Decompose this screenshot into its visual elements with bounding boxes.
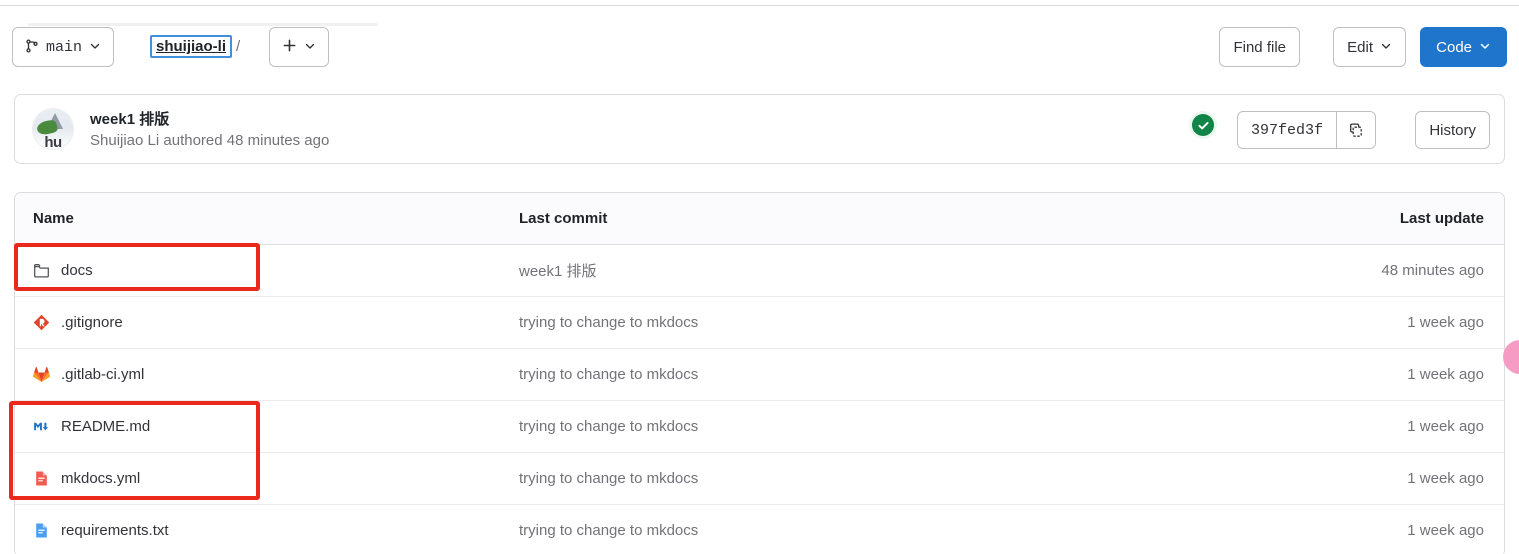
copy-sha-button[interactable] <box>1337 112 1375 148</box>
find-file-button[interactable]: Find file <box>1219 27 1300 67</box>
last-commit-panel: hu week1 排版 Shuijiao Li authored 48 minu… <box>14 94 1505 164</box>
git-branch-icon <box>25 38 39 56</box>
table-row[interactable]: .gitlab-ci.yml trying to change to mkdoc… <box>15 349 1504 401</box>
chevron-down-icon <box>1479 40 1491 55</box>
last-commit-cell[interactable]: week1 排版 <box>519 260 1254 281</box>
breadcrumb: shuijiao-li / <box>150 35 240 58</box>
column-header-last-update: Last update <box>1399 210 1484 227</box>
file-name-link[interactable]: .gitlab-ci.yml <box>61 366 144 383</box>
repository-toolbar: main shuijiao-li / Find file Edit Code <box>0 27 1519 69</box>
git-file-icon <box>33 314 50 331</box>
table-header-row: Name Last commit Last update <box>15 193 1504 245</box>
file-name-link[interactable]: docs <box>61 262 93 279</box>
commit-message-title[interactable]: week1 排版 <box>90 108 169 129</box>
chevron-down-icon <box>1380 40 1392 55</box>
edit-label: Edit <box>1347 38 1373 56</box>
code-label: Code <box>1436 38 1472 56</box>
avatar[interactable]: hu <box>32 108 74 150</box>
edit-button[interactable]: Edit <box>1333 27 1406 67</box>
cursor-highlight-blob <box>1503 340 1519 374</box>
page-loading-bar <box>28 23 378 26</box>
file-rows-container: docs week1 排版 48 minutes ago .gitignore … <box>15 245 1504 554</box>
file-name-cell: README.md <box>15 418 519 435</box>
avatar-initials: hu <box>44 134 62 150</box>
file-name-cell: requirements.txt <box>15 522 519 539</box>
table-row[interactable]: requirements.txt trying to change to mkd… <box>15 505 1504 554</box>
commit-author-meta: Shuijiao Li authored 48 minutes ago <box>90 132 330 149</box>
file-name-link[interactable]: mkdocs.yml <box>61 470 140 487</box>
find-file-label: Find file <box>1233 38 1286 56</box>
file-tree-table: Name Last commit Last update docs week1 … <box>14 192 1505 554</box>
commit-sha-group: 397fed3f <box>1236 111 1376 149</box>
repository-file-browser: main shuijiao-li / Find file Edit Code h… <box>0 0 1519 554</box>
chevron-down-icon <box>304 40 316 55</box>
code-button[interactable]: Code <box>1420 27 1507 67</box>
markdown-icon <box>33 418 50 435</box>
plus-icon <box>282 38 297 56</box>
chevron-down-icon <box>89 40 101 55</box>
last-update-cell: 1 week ago <box>1407 314 1484 331</box>
table-row[interactable]: docs week1 排版 48 minutes ago <box>15 245 1504 297</box>
last-commit-cell[interactable]: trying to change to mkdocs <box>519 522 1254 539</box>
last-commit-cell[interactable]: trying to change to mkdocs <box>519 418 1254 435</box>
history-label: History <box>1429 121 1476 139</box>
add-to-repository-button[interactable] <box>269 27 329 67</box>
last-update-cell: 1 week ago <box>1407 418 1484 435</box>
branch-name-label: main <box>46 38 83 56</box>
last-update-cell: 48 minutes ago <box>1381 262 1484 279</box>
last-update-cell: 1 week ago <box>1407 522 1484 539</box>
file-name-link[interactable]: README.md <box>61 418 150 435</box>
table-row[interactable]: README.md trying to change to mkdocs 1 w… <box>15 401 1504 453</box>
last-update-cell: 1 week ago <box>1407 470 1484 487</box>
clipboard-icon <box>1350 123 1362 137</box>
gitlab-tanuki-icon <box>33 366 50 383</box>
last-commit-cell[interactable]: trying to change to mkdocs <box>519 470 1254 487</box>
history-button[interactable]: History <box>1415 111 1490 149</box>
last-commit-cell[interactable]: trying to change to mkdocs <box>519 314 1254 331</box>
branch-selector-button[interactable]: main <box>12 27 115 67</box>
folder-icon <box>33 262 50 279</box>
file-name-cell: .gitignore <box>15 314 519 331</box>
text-file-icon <box>33 522 50 539</box>
pipeline-status-badge[interactable] <box>1192 114 1214 136</box>
check-icon <box>1197 121 1209 129</box>
last-update-cell: 1 week ago <box>1407 366 1484 383</box>
top-divider <box>0 5 1519 6</box>
file-name-cell: mkdocs.yml <box>15 470 519 487</box>
file-name-cell: .gitlab-ci.yml <box>15 366 519 383</box>
column-header-last-commit: Last commit <box>519 210 608 227</box>
column-header-name: Name <box>33 210 74 227</box>
table-row[interactable]: mkdocs.yml trying to change to mkdocs 1 … <box>15 453 1504 505</box>
commit-sha-value[interactable]: 397fed3f <box>1238 112 1337 148</box>
file-name-cell: docs <box>15 262 519 279</box>
file-name-link[interactable]: .gitignore <box>61 314 123 331</box>
file-name-link[interactable]: requirements.txt <box>61 522 169 539</box>
yaml-file-icon <box>33 470 50 487</box>
last-commit-cell[interactable]: trying to change to mkdocs <box>519 366 1254 383</box>
breadcrumb-separator: / <box>236 38 241 55</box>
breadcrumb-project-link[interactable]: shuijiao-li <box>150 35 233 58</box>
table-row[interactable]: .gitignore trying to change to mkdocs 1 … <box>15 297 1504 349</box>
